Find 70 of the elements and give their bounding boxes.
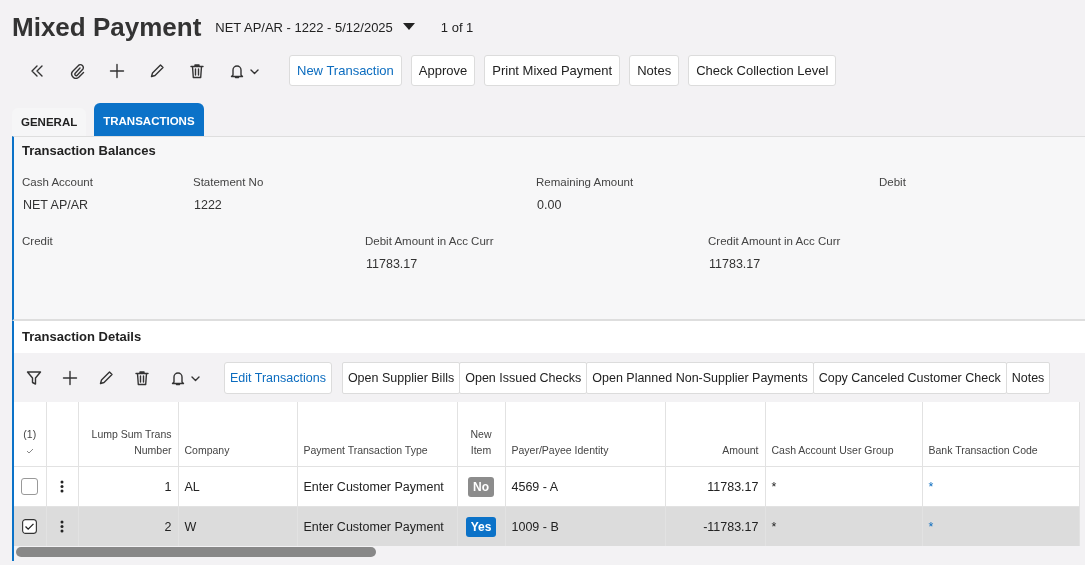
toolbar-button[interactable]: Copy Canceled Customer Check [812,362,1007,394]
scrollbar[interactable] [16,547,376,557]
record-selector[interactable]: NET AP/AR - 1222 - 5/12/2025 [215,19,393,35]
column-header[interactable]: Cash Account User Group [771,442,916,458]
field-label: Credit Amount in Acc Curr [708,235,841,247]
toolbar-button[interactable]: Notes [629,55,680,86]
table-cell: AL [184,479,200,494]
more-options-icon[interactable] [60,480,64,493]
record-counter: 1 of 1 [440,19,474,35]
table-cell: 1 [164,479,172,494]
cell-link[interactable]: * [928,479,934,494]
edit-icon[interactable] [98,370,114,386]
table-cell: * [771,519,777,534]
field-value: 0.00 [537,198,562,212]
tab[interactable]: TRANSACTIONS [94,103,204,136]
table-cell: Enter Customer Payment [303,479,444,494]
column-header[interactable]: Lump Sum Trans Number [84,426,172,458]
field-label: Debit Amount in Acc Curr [365,235,494,247]
field-value: 11783.17 [709,257,761,271]
table-cell: 4569 - A [511,479,559,494]
toolbar-button[interactable]: New Transaction [289,55,402,86]
column-header[interactable]: Amount [671,442,759,458]
table-cell: * [771,479,777,494]
caret-down-icon[interactable] [402,23,415,31]
selected-count: (1) [22,427,38,442]
status-badge: Yes [465,516,497,537]
cell-link[interactable]: * [928,519,934,534]
filter-icon[interactable] [26,370,42,386]
toolbar-button[interactable]: Open Planned Non-Supplier Payments [586,362,814,394]
add-icon[interactable] [109,62,125,79]
edit-icon[interactable] [149,62,165,79]
toolbar-button[interactable]: Open Issued Checks [459,362,588,394]
section-title: Transaction Details [22,329,143,344]
add-icon[interactable] [62,370,78,386]
toolbar-button[interactable]: Notes [1005,362,1051,394]
field-label: Remaining Amount [536,176,634,188]
field-label: Cash Account [22,176,93,188]
field-label: Debit [879,176,906,188]
delete-icon[interactable] [134,370,150,386]
field-label: Credit [22,235,53,247]
table-cell: 2 [164,519,172,534]
toolbar-button[interactable]: Open Supplier Bills [341,362,461,394]
field-value: NET AP/AR [23,198,89,212]
toolbar-button[interactable]: Edit Transactions [224,362,332,394]
field-value: 11783.17 [366,257,418,271]
toolbar-button[interactable]: Approve [410,55,476,86]
field-label: Statement No [193,176,264,188]
column-header[interactable]: New Item [463,426,499,458]
table-cell: 1009 - B [511,519,559,534]
delete-icon[interactable] [189,62,205,79]
checkbox[interactable] [22,519,38,534]
column-header[interactable]: Bank Transaction Code [928,442,1073,458]
more-options-icon[interactable] [60,520,64,533]
section-title: Transaction Balances [22,143,157,158]
toolbar-button[interactable]: Check Collection Level [688,55,837,86]
table-cell: Enter Customer Payment [303,519,444,534]
paperclip-icon[interactable] [69,62,85,79]
field-value: 1222 [194,198,222,212]
column-header[interactable]: Payer/Payee Identity [511,442,659,458]
column-header[interactable]: Payment Transaction Type [303,442,451,458]
table-cell: 11783.17 [707,479,759,494]
toolbar-button[interactable]: Print Mixed Payment [484,55,621,86]
page-title: Mixed Payment [12,11,202,43]
column-header[interactable]: Company [184,442,291,458]
status-badge: No [468,476,494,497]
table-cell: -11783.17 [703,519,759,534]
table-cell: W [184,519,197,534]
checkbox[interactable] [21,478,39,495]
check-icon [25,448,34,454]
tab[interactable]: GENERAL [12,108,87,136]
